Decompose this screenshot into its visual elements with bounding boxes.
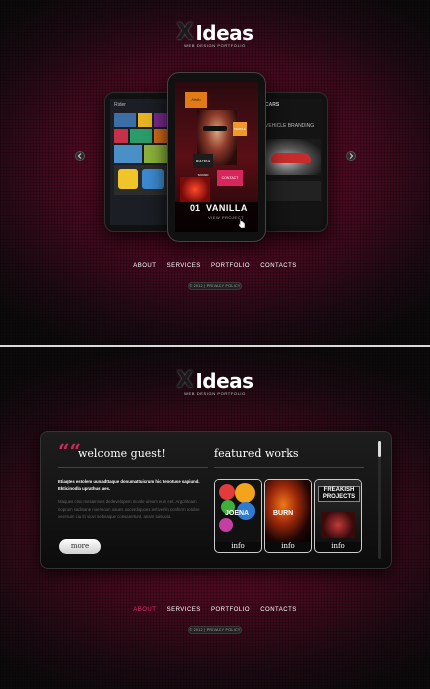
nav-contacts[interactable]: CONTACTS — [260, 607, 297, 613]
featured-work-2[interactable]: BURN info — [264, 479, 312, 553]
nav-about[interactable]: ABOUT — [133, 263, 156, 269]
logo-tagline: WEB DESIGN PORTFOLIO — [184, 391, 246, 396]
logo[interactable]: X Ideas WEB DESIGN PORTFOLIO — [0, 20, 430, 48]
chevron-left-icon — [77, 153, 82, 159]
slide-right-title: VEHICLE BRANDING — [265, 123, 315, 129]
home-screen: X Ideas WEB DESIGN PORTFOLIO Rider CARS … — [0, 0, 430, 345]
chevron-right-icon — [349, 153, 354, 159]
featured-title: featured works — [214, 447, 299, 460]
logo-text: Ideas — [195, 20, 254, 45]
slider-prev-button[interactable] — [75, 151, 85, 161]
logo-x-mark: X — [176, 20, 194, 45]
copyright-privacy[interactable]: © 2012 | PRIVACY POLICY — [188, 626, 242, 634]
nav-services[interactable]: SERVICES — [167, 607, 201, 613]
nav-about[interactable]: ABOUT — [133, 607, 156, 613]
hand-cursor-icon — [238, 218, 246, 228]
welcome-title: welcome guest! — [78, 447, 166, 460]
hello-tile: Hello — [185, 92, 207, 108]
work-info-label: info — [231, 542, 245, 550]
welcome-divider — [58, 467, 208, 468]
more-button[interactable]: more — [59, 539, 101, 554]
slide-left-tablet[interactable]: Rider — [104, 92, 176, 232]
featured-work-1[interactable]: JOENA info — [214, 479, 262, 553]
nav-services[interactable]: SERVICES — [167, 263, 201, 269]
slide-center-tablet[interactable]: Hello PEOPLE MULTIPLE SOUND CONTACT 01 V… — [167, 72, 266, 242]
featured-divider — [214, 467, 364, 468]
logo-tagline: WEB DESIGN PORTFOLIO — [184, 43, 246, 48]
copyright-privacy[interactable]: © 2012 | PRIVACY POLICY — [188, 282, 242, 290]
nav-portfolio[interactable]: PORTFOLIO — [211, 263, 250, 269]
work-1-art-text: JOENA — [225, 510, 250, 517]
slide-right-header: CARS — [265, 102, 280, 108]
work-2-art-text: BURN — [273, 510, 294, 517]
work-3-art-text: FREAKISH PROJECTS — [318, 486, 360, 502]
nav-portfolio[interactable]: PORTFOLIO — [211, 607, 250, 613]
slide-left-header: Rider — [114, 102, 126, 108]
content-panel: ““ welcome guest! Etiaqtes estolem uunad… — [40, 431, 392, 569]
bottom-nav: ABOUT SERVICES PORTFOLIO CONTACTS — [0, 607, 430, 613]
contact-tile: CONTACT — [217, 170, 243, 186]
slide-title: VANILLA — [206, 203, 248, 213]
scrollbar-track[interactable] — [378, 441, 381, 559]
multiple-sound-tile: MULTIPLE SOUND — [193, 154, 213, 177]
featured-work-3[interactable]: FREAKISH PROJECTS info — [314, 479, 362, 553]
scrollbar-thumb[interactable] — [378, 441, 381, 457]
nav-contacts[interactable]: CONTACTS — [260, 263, 297, 269]
slider-next-button[interactable] — [346, 151, 356, 161]
work-info-label: info — [281, 542, 295, 550]
logo-x-mark: X — [176, 368, 194, 393]
work-info-label: info — [331, 542, 345, 550]
people-tile: PEOPLE — [233, 122, 247, 136]
slide-number: 01 — [190, 203, 201, 213]
welcome-body: Maques ctsu mesamnes dedevelopem moole u… — [58, 499, 200, 519]
slide-right-tablet[interactable]: CARS VEHICLE BRANDING — [256, 92, 328, 232]
logo-text: Ideas — [195, 368, 254, 393]
top-nav: ABOUT SERVICES PORTFOLIO CONTACTS — [0, 263, 430, 269]
welcome-lead: Etiaqtes estolem uunadttaque donumattuic… — [58, 479, 200, 491]
logo[interactable]: X Ideas WEB DESIGN PORTFOLIO — [0, 368, 430, 396]
